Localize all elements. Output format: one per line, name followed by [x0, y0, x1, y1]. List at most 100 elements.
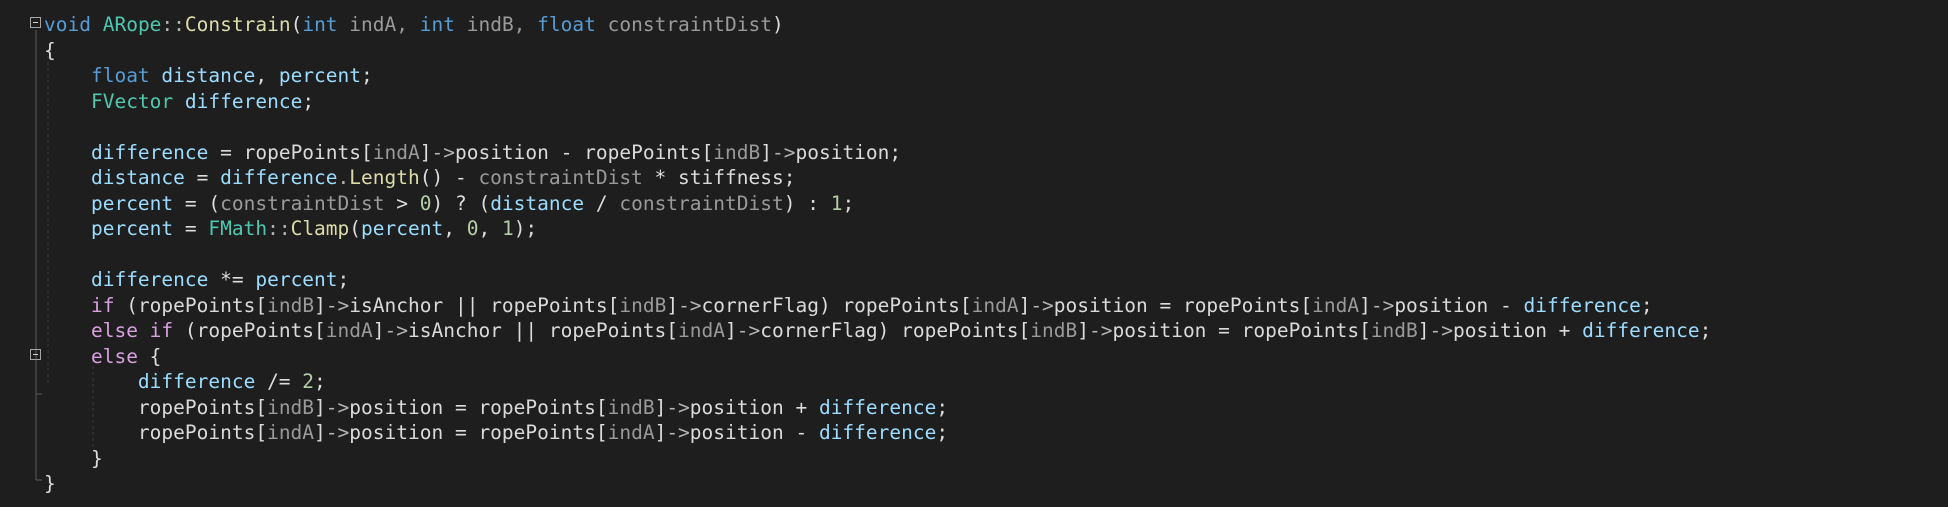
code-token: constraintDist — [220, 191, 385, 215]
code-token: indB — [1030, 319, 1078, 342]
code-token: position — [1394, 293, 1489, 317]
code-token: * — [642, 166, 679, 189]
code-line[interactable]: difference /= 2; — [44, 369, 1711, 395]
code-token: difference — [1523, 293, 1641, 317]
code-token: ; — [889, 140, 902, 164]
code-token: [ — [1018, 319, 1031, 342]
code-token: if — [90, 293, 115, 317]
code-line[interactable]: percent = FMath::Clamp(percent, 0, 1); — [44, 216, 1711, 242]
code-token: + — [1546, 319, 1583, 342]
code-line[interactable]: } — [44, 446, 1711, 472]
code-line[interactable]: distance = difference.Length() - constra… — [44, 165, 1711, 191]
code-token: 0 — [419, 191, 432, 215]
code-token: ; — [936, 395, 949, 419]
code-token: 2 — [302, 370, 315, 393]
code-token: ] — [1417, 319, 1430, 342]
code-token: FMath — [208, 217, 268, 240]
code-line[interactable]: difference = ropePoints[indA]->position … — [44, 140, 1711, 166]
code-token: ; — [337, 268, 350, 291]
code-token: ] — [1018, 293, 1031, 317]
code-token: -> — [772, 140, 796, 164]
code-token: indA — [1312, 293, 1360, 317]
code-token: ] — [1359, 293, 1371, 317]
code-token: FVector — [90, 89, 174, 113]
code-token: int — [302, 13, 338, 36]
code-token: percent — [361, 217, 444, 240]
collapse-icon[interactable] — [30, 349, 41, 360]
code-line[interactable]: if (ropePoints[indB]->isAnchor || ropePo… — [44, 293, 1711, 319]
code-token: position — [689, 395, 784, 419]
code-token: difference — [90, 268, 209, 291]
code-token: ); — [513, 217, 538, 240]
code-token: distance — [90, 166, 185, 189]
code-token: distance — [161, 64, 256, 87]
code-token: ropePoints — [842, 293, 960, 317]
code-token: ] — [760, 140, 772, 164]
code-token: difference — [818, 395, 937, 419]
code-line[interactable]: ropePoints[indA]->position = ropePoints[… — [44, 420, 1711, 446]
code-line[interactable] — [44, 242, 1711, 268]
code-line[interactable] — [44, 114, 1711, 140]
code-token: ) — [818, 293, 843, 317]
code-token: - — [783, 421, 819, 444]
code-token: int — [419, 13, 455, 36]
code-line[interactable]: float distance, percent; — [44, 63, 1711, 89]
code-token: ARope — [102, 13, 162, 36]
code-token: = — [184, 166, 221, 189]
code-token: ropePoints — [490, 293, 608, 317]
code-token: indB — [1370, 319, 1418, 342]
code-editor[interactable]: void ARope::Constrain(int indA, int indB… — [0, 0, 1948, 507]
code-token: ] — [654, 421, 667, 444]
code-token: ( — [349, 217, 362, 240]
code-block[interactable]: void ARope::Constrain(int indA, int indB… — [44, 12, 1711, 497]
code-token: ( — [290, 13, 303, 36]
code-token: indA, — [337, 13, 420, 36]
collapse-icon[interactable] — [30, 17, 41, 28]
code-token: -> — [325, 395, 350, 419]
code-token: || — [501, 319, 549, 342]
code-token: ; — [302, 89, 315, 113]
code-token: -> — [431, 140, 455, 164]
code-token: ] — [314, 395, 326, 419]
code-line[interactable]: else { — [44, 344, 1711, 370]
code-token: cornerFlag — [701, 293, 819, 317]
code-token: constraintDist — [478, 166, 643, 189]
code-token: ropePoints — [196, 319, 315, 342]
code-line[interactable]: difference *= percent; — [44, 267, 1711, 293]
code-token: indB — [619, 293, 667, 317]
code-token: () - — [419, 166, 479, 189]
code-line[interactable]: { — [44, 38, 1711, 64]
code-token: ropePoints — [901, 319, 1019, 342]
code-line[interactable]: ropePoints[indB]->position = ropePoints[… — [44, 395, 1711, 421]
code-token: /= — [255, 370, 303, 393]
code-token: percent — [90, 191, 174, 215]
code-line[interactable]: } — [44, 471, 1711, 497]
code-token: , — [255, 64, 279, 87]
code-token: else — [90, 344, 138, 368]
code-line[interactable]: else if (ropePoints[indA]->isAnchor || r… — [44, 318, 1711, 344]
code-token: ropePoints — [137, 395, 256, 419]
code-token: percent — [90, 217, 174, 240]
code-token: position — [1112, 319, 1207, 342]
code-token: ropePoints — [137, 293, 256, 317]
code-token: ropePoints — [1241, 319, 1360, 342]
code-token: = — [443, 421, 479, 444]
code-token: [ — [255, 395, 268, 419]
code-token: > — [384, 191, 420, 215]
code-token: indB — [713, 140, 761, 164]
code-token: ( — [114, 293, 138, 317]
code-line[interactable]: FVector difference; — [44, 89, 1711, 115]
code-token: ] — [314, 293, 326, 317]
code-token: position — [349, 395, 444, 419]
code-line[interactable]: percent = (constraintDist > 0) ? (distan… — [44, 191, 1711, 217]
code-token: indA — [267, 421, 315, 444]
code-token: [ — [595, 421, 608, 444]
code-token: ; — [314, 370, 326, 393]
code-line[interactable]: void ARope::Constrain(int indA, int indB… — [44, 12, 1711, 38]
